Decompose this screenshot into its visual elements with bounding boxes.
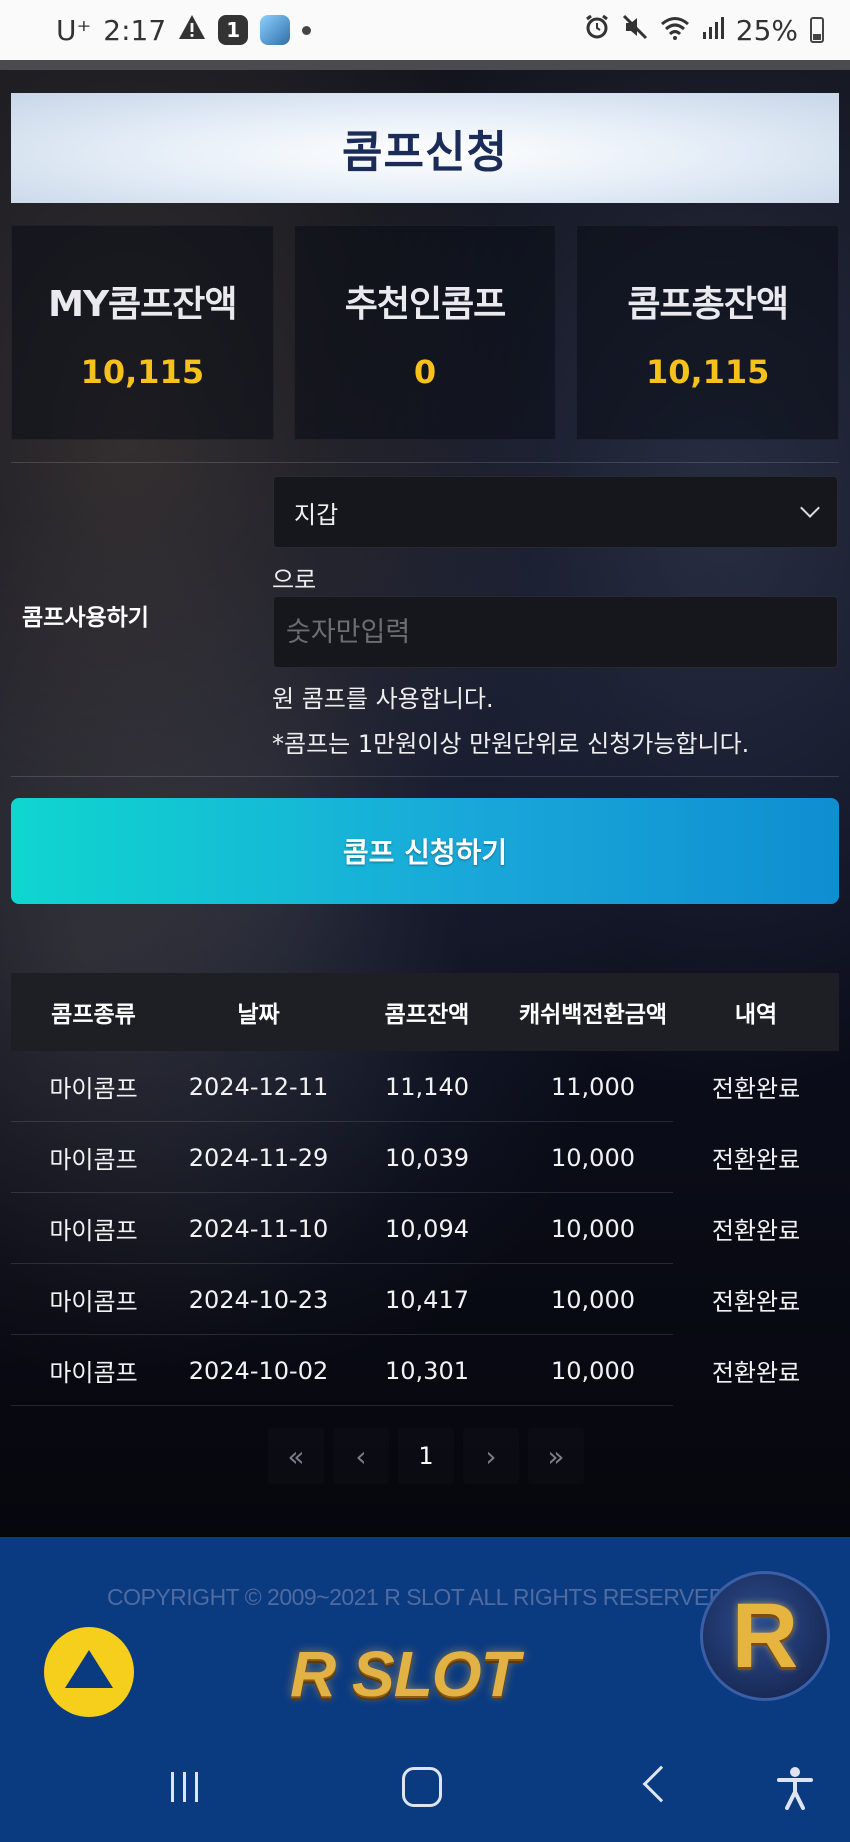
wallet-select-value: 지갑 — [294, 500, 339, 529]
status-cell: 전환완료 — [711, 1288, 801, 1316]
notification-count-icon: 1 — [218, 15, 249, 45]
battery-percent: 25% — [735, 13, 798, 47]
cashback-cell: 10,000 — [551, 1285, 635, 1314]
prev-page-button[interactable]: ‹ — [333, 1428, 389, 1484]
first-page-button[interactable]: « — [268, 1428, 324, 1484]
cashback-cell: 10,000 — [551, 1143, 635, 1172]
column-header: 날짜 — [237, 1002, 280, 1028]
amount-input[interactable] — [273, 596, 838, 668]
comp-notice: *콤프는 1만원이상 만원단위로 신청가능합니다. — [272, 730, 750, 758]
comp-history-table: 콤프종류 날짜 콤프잔액 캐쉬백전환금액 내역 마이콤프 2024-12-11 … — [11, 973, 839, 1406]
stat-label: 콤프총잔액 — [627, 283, 789, 325]
balance-cell: 10,301 — [385, 1356, 469, 1385]
use-comp-text: 원 콤프를 사용합니다. — [272, 685, 494, 713]
table-header: 콤프종류 날짜 콤프잔액 캐쉬백전환금액 내역 — [11, 973, 839, 1051]
column-header: 콤프잔액 — [384, 1002, 470, 1028]
copyright-text: COPYRIGHT © 2009~2021 R SLOT ALL RIGHTS … — [107, 1584, 725, 1610]
r-logo-letter: R — [731, 1584, 799, 1687]
footer: COPYRIGHT © 2009~2021 R SLOT ALL RIGHTS … — [0, 1537, 850, 1737]
date-cell: 2024-11-29 — [188, 1143, 329, 1172]
status-left: U⁺ 2:17 1 — [56, 13, 312, 47]
app-notification-icon — [260, 15, 291, 45]
mute-icon — [622, 14, 648, 47]
r-logo-badge[interactable]: R — [700, 1571, 830, 1701]
column-header: 캐쉬백전환금액 — [518, 1002, 668, 1028]
column-header: 내역 — [734, 1002, 778, 1028]
wallet-select[interactable]: 지갑 — [273, 476, 838, 548]
alarm-icon — [584, 14, 610, 47]
status-cell: 전환완료 — [711, 1075, 801, 1103]
use-comp-label: 콤프사용하기 — [22, 605, 149, 631]
signal-icon — [702, 14, 724, 47]
wifi-icon — [660, 14, 690, 47]
cashback-cell: 11,000 — [551, 1072, 635, 1101]
stat-my-comp: MY콤프잔액 10,115 — [11, 225, 274, 440]
date-cell: 2024-10-02 — [188, 1356, 329, 1385]
back-icon[interactable] — [642, 1765, 680, 1803]
table-row: 마이콤프 2024-10-23 10,417 10,000 전환완료 — [11, 1264, 839, 1335]
system-nav-bar — [0, 1737, 850, 1842]
table-row: 마이콤프 2024-10-02 10,301 10,000 전환완료 — [11, 1335, 839, 1406]
site-logo[interactable]: R SLOT — [290, 1637, 520, 1711]
date-cell: 2024-12-11 — [188, 1072, 329, 1101]
balance-cell: 10,094 — [385, 1214, 469, 1243]
comp-type-cell: 마이콤프 — [49, 1217, 138, 1245]
comp-type-cell: 마이콤프 — [49, 1075, 138, 1103]
recent-apps-icon[interactable] — [164, 1767, 204, 1807]
comp-type-cell: 마이콤프 — [49, 1359, 138, 1387]
stat-referral-comp: 추천인콤프 0 — [293, 225, 557, 440]
last-page-button[interactable]: » — [528, 1428, 584, 1484]
table-row: 마이콤프 2024-11-29 10,039 10,000 전환완료 — [11, 1122, 839, 1193]
current-page[interactable]: 1 — [398, 1428, 454, 1484]
apply-comp-button[interactable]: 콤프 신청하기 — [11, 798, 839, 904]
status-cell: 전환완료 — [711, 1359, 801, 1387]
use-comp-form: 콤프사용하기 지갑 으로 원 콤프를 사용합니다. *콤프는 1만원이상 만원단… — [11, 466, 839, 776]
title-banner: 콤프신청 — [11, 93, 839, 203]
stat-value: 0 — [413, 352, 437, 391]
balance-cell: 10,417 — [385, 1285, 469, 1314]
cashback-cell: 10,000 — [551, 1356, 635, 1385]
comp-type-cell: 마이콤프 — [49, 1146, 138, 1174]
status-cell: 전환완료 — [711, 1217, 801, 1245]
section-divider — [11, 776, 839, 777]
comp-stats: MY콤프잔액 10,115 추천인콤프 0 콤프총잔액 10,115 — [11, 225, 840, 440]
status-cell: 전환완료 — [711, 1146, 801, 1174]
warning-icon — [178, 14, 206, 47]
triangle-up-icon — [65, 1650, 113, 1688]
table-row: 마이콤프 2024-11-10 10,094 10,000 전환완료 — [11, 1193, 839, 1264]
section-divider — [11, 462, 839, 463]
pagination: « ‹ 1 › » — [268, 1420, 584, 1492]
stat-value: 10,115 — [645, 352, 770, 391]
next-page-button[interactable]: › — [463, 1428, 519, 1484]
stat-label: 추천인콤프 — [344, 283, 507, 325]
stat-total-comp: 콤프총잔액 10,115 — [576, 225, 840, 440]
date-cell: 2024-10-23 — [188, 1285, 329, 1314]
status-right: 25% — [584, 14, 824, 47]
date-cell: 2024-11-10 — [188, 1214, 329, 1243]
battery-icon — [810, 17, 824, 43]
stat-label: MY콤프잔액 — [48, 283, 237, 325]
status-divider — [0, 60, 850, 70]
balance-cell: 10,039 — [385, 1143, 469, 1172]
stat-value: 10,115 — [80, 352, 205, 391]
comp-type-cell: 마이콤프 — [49, 1288, 138, 1316]
balance-cell: 11,140 — [385, 1072, 469, 1101]
table-row: 마이콤프 2024-12-11 11,140 11,000 전환완료 — [11, 1051, 839, 1122]
accessibility-icon[interactable] — [775, 1765, 815, 1811]
with-text: 으로 — [272, 566, 317, 594]
scroll-top-button[interactable] — [44, 1627, 134, 1717]
home-icon[interactable] — [402, 1767, 442, 1807]
clock: 2:17 — [103, 13, 167, 47]
page-title: 콤프신청 — [342, 127, 508, 178]
more-notifications-icon — [302, 25, 312, 35]
status-bar: U⁺ 2:17 1 25% — [0, 0, 850, 60]
column-header: 콤프종류 — [51, 1002, 136, 1028]
chevron-down-icon — [800, 498, 820, 518]
cashback-cell: 10,000 — [551, 1214, 635, 1243]
carrier-label: U⁺ — [56, 13, 92, 47]
